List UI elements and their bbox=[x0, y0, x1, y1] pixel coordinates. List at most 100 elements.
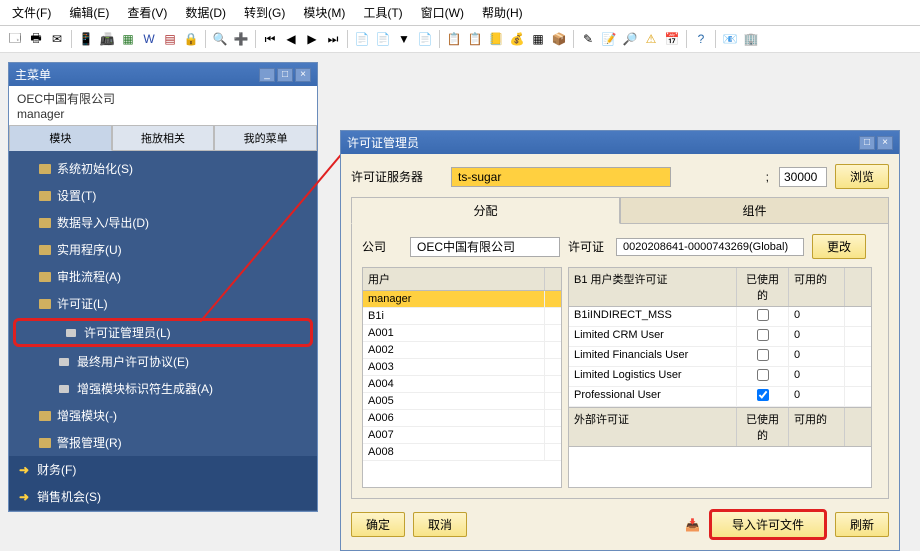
type-used[interactable] bbox=[737, 367, 789, 386]
tree-addon-gen[interactable]: 增强模块标识符生成器(A) bbox=[9, 375, 317, 402]
doc2-icon[interactable]: 📄 bbox=[374, 30, 392, 48]
tree-license-manager[interactable]: 许可证管理员(L) bbox=[13, 318, 313, 347]
user-row[interactable]: A008 bbox=[363, 444, 561, 461]
gross-icon[interactable]: ▦ bbox=[529, 30, 547, 48]
used-checkbox[interactable] bbox=[757, 349, 769, 361]
word-icon[interactable]: W bbox=[140, 30, 158, 48]
used-checkbox[interactable] bbox=[757, 309, 769, 321]
user-row[interactable]: manager bbox=[363, 291, 561, 308]
license-field[interactable] bbox=[616, 238, 804, 256]
next-icon[interactable]: ▶ bbox=[303, 30, 321, 48]
tree-alarm[interactable]: 警报管理(R) bbox=[9, 429, 317, 456]
tab-modules[interactable]: 模块 bbox=[9, 125, 112, 151]
excel-icon[interactable]: ▦ bbox=[119, 30, 137, 48]
menu-window[interactable]: 窗口(W) bbox=[413, 2, 472, 23]
lock-icon[interactable]: 🔒 bbox=[182, 30, 200, 48]
help-icon[interactable]: ? bbox=[692, 30, 710, 48]
tab-components[interactable]: 组件 bbox=[620, 197, 889, 224]
menu-file[interactable]: 文件(F) bbox=[4, 2, 59, 23]
close-icon[interactable]: × bbox=[877, 136, 893, 150]
menu-help[interactable]: 帮助(H) bbox=[474, 2, 531, 23]
tab-mymenu[interactable]: 我的菜单 bbox=[214, 125, 317, 151]
layout-icon[interactable]: ✎ bbox=[579, 30, 597, 48]
user-row[interactable]: A005 bbox=[363, 393, 561, 410]
query-icon[interactable]: 🔎 bbox=[621, 30, 639, 48]
tree-settings[interactable]: 设置(T) bbox=[9, 182, 317, 209]
messages-icon[interactable]: 📧 bbox=[721, 30, 739, 48]
company-field[interactable] bbox=[410, 237, 560, 257]
fax-icon[interactable]: 📠 bbox=[98, 30, 116, 48]
prev-icon[interactable]: ◀ bbox=[282, 30, 300, 48]
payment-icon[interactable]: 💰 bbox=[508, 30, 526, 48]
browse-button[interactable]: 浏览 bbox=[835, 164, 889, 189]
cancel-button[interactable]: 取消 bbox=[413, 512, 467, 537]
type-used[interactable] bbox=[737, 347, 789, 366]
journal-icon[interactable]: 📒 bbox=[487, 30, 505, 48]
tree-utilities[interactable]: 实用程序(U) bbox=[9, 236, 317, 263]
first-icon[interactable]: ⏮ bbox=[261, 30, 279, 48]
maximize-icon[interactable]: □ bbox=[859, 136, 875, 150]
menu-view[interactable]: 查看(V) bbox=[119, 2, 175, 23]
minimize-icon[interactable]: _ bbox=[259, 68, 275, 82]
tree-approval[interactable]: 审批流程(A) bbox=[9, 263, 317, 290]
print-icon[interactable]: 🖶 bbox=[27, 30, 45, 48]
used-checkbox[interactable] bbox=[757, 369, 769, 381]
type-used[interactable] bbox=[737, 387, 789, 406]
server-input[interactable] bbox=[451, 167, 671, 187]
tree-sales[interactable]: ➜销售机会(S) bbox=[9, 483, 317, 510]
sms-icon[interactable]: 📱 bbox=[77, 30, 95, 48]
alert-icon[interactable]: ⚠ bbox=[642, 30, 660, 48]
calendar-icon[interactable]: 📅 bbox=[663, 30, 681, 48]
menu-modules[interactable]: 模块(M) bbox=[295, 2, 353, 23]
type-used[interactable] bbox=[737, 307, 789, 326]
port-input[interactable] bbox=[779, 167, 827, 187]
tree-data-io[interactable]: 数据导入/导出(D) bbox=[9, 209, 317, 236]
preview-icon[interactable]: 🗔 bbox=[6, 30, 24, 48]
close-icon[interactable]: × bbox=[295, 68, 311, 82]
last-icon[interactable]: ⏭ bbox=[324, 30, 342, 48]
volume-icon[interactable]: 📦 bbox=[550, 30, 568, 48]
tree-addon[interactable]: 增强模块(-) bbox=[9, 402, 317, 429]
license-type-row[interactable]: B1iINDIRECT_MSS0 bbox=[569, 307, 871, 327]
user-row[interactable]: A004 bbox=[363, 376, 561, 393]
pdf-icon[interactable]: ▤ bbox=[161, 30, 179, 48]
doc1-icon[interactable]: 📄 bbox=[353, 30, 371, 48]
tree-eula[interactable]: 最终用户许可协议(E) bbox=[9, 348, 317, 375]
filter-icon[interactable]: ▼ bbox=[395, 30, 413, 48]
refresh-button[interactable]: 刷新 bbox=[835, 512, 889, 537]
find-icon[interactable]: 🔍 bbox=[211, 30, 229, 48]
formsettings-icon[interactable]: 📝 bbox=[600, 30, 618, 48]
import-license-button[interactable]: 导入许可文件 bbox=[709, 509, 827, 540]
tree-system-init[interactable]: 系统初始化(S) bbox=[9, 155, 317, 182]
type-used[interactable] bbox=[737, 327, 789, 346]
license-type-row[interactable]: Limited Financials User0 bbox=[569, 347, 871, 367]
menu-tools[interactable]: 工具(T) bbox=[355, 2, 410, 23]
menu-goto[interactable]: 转到(G) bbox=[236, 2, 293, 23]
tree-license[interactable]: 许可证(L) bbox=[9, 290, 317, 317]
base-doc-icon[interactable]: 📋 bbox=[445, 30, 463, 48]
ok-button[interactable]: 确定 bbox=[351, 512, 405, 537]
user-row[interactable]: B1i bbox=[363, 308, 561, 325]
tab-dragdrop[interactable]: 拖放相关 bbox=[112, 125, 215, 151]
branches-icon[interactable]: 🏢 bbox=[742, 30, 760, 48]
license-type-row[interactable]: Limited CRM User0 bbox=[569, 327, 871, 347]
maximize-icon[interactable]: □ bbox=[277, 68, 293, 82]
used-checkbox[interactable] bbox=[757, 389, 769, 401]
tree-finance[interactable]: ➜财务(F) bbox=[9, 456, 317, 483]
email-icon[interactable]: ✉ bbox=[48, 30, 66, 48]
target-doc-icon[interactable]: 📋 bbox=[466, 30, 484, 48]
license-type-row[interactable]: Limited Logistics User0 bbox=[569, 367, 871, 387]
user-row[interactable]: A002 bbox=[363, 342, 561, 359]
user-row[interactable]: A006 bbox=[363, 410, 561, 427]
tab-allocation[interactable]: 分配 bbox=[351, 197, 620, 224]
user-row[interactable]: A007 bbox=[363, 427, 561, 444]
add-icon[interactable]: ➕ bbox=[232, 30, 250, 48]
user-row[interactable]: A003 bbox=[363, 359, 561, 376]
menu-data[interactable]: 数据(D) bbox=[177, 2, 234, 23]
menu-edit[interactable]: 编辑(E) bbox=[61, 2, 117, 23]
change-button[interactable]: 更改 bbox=[812, 234, 866, 259]
user-row[interactable]: A001 bbox=[363, 325, 561, 342]
license-type-row[interactable]: Professional User0 bbox=[569, 387, 871, 407]
doc3-icon[interactable]: 📄 bbox=[416, 30, 434, 48]
used-checkbox[interactable] bbox=[757, 329, 769, 341]
